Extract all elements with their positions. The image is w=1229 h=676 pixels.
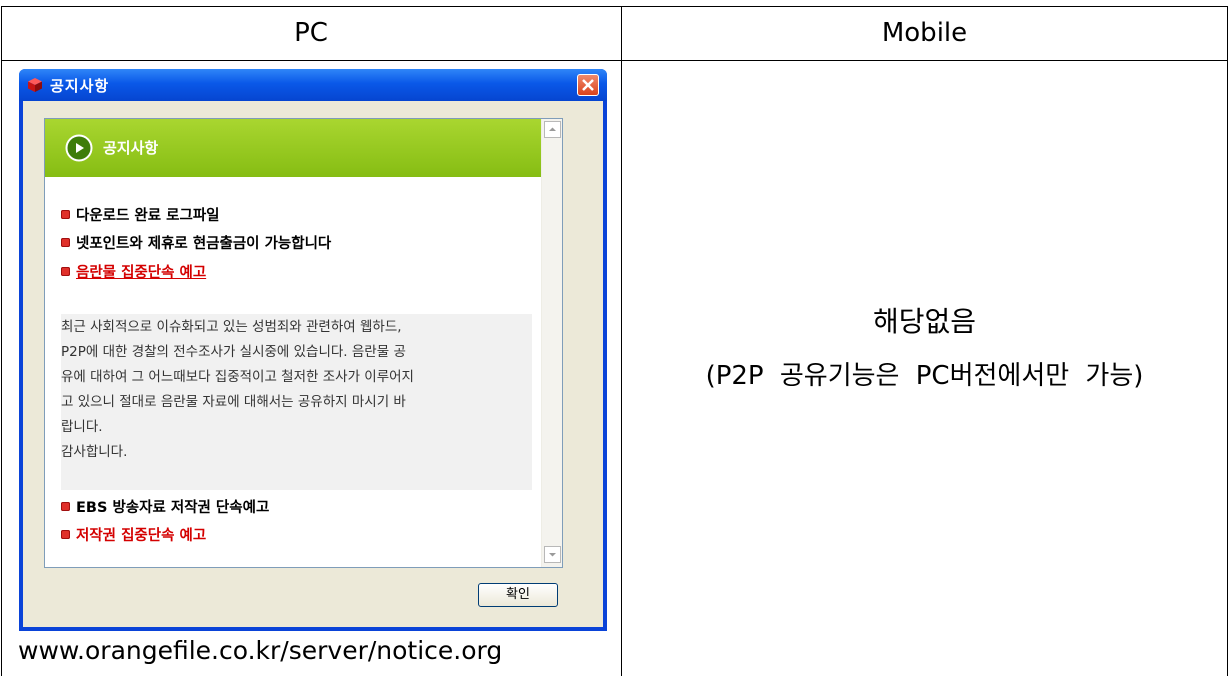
header-pc: PC — [294, 18, 328, 48]
close-button[interactable] — [577, 74, 599, 96]
description-line: 유에 대하여 그 어느때보다 집중적이고 철저한 조사가 이루어지 — [61, 369, 414, 385]
bullet-icon — [61, 530, 70, 539]
chevron-up-icon — [549, 127, 556, 131]
notice-panel-title: 공지사항 — [103, 139, 159, 157]
chevron-down-icon — [549, 553, 556, 557]
table-header-divider — [1, 60, 1228, 61]
notice-panel-header: 공지사항 — [45, 119, 541, 177]
notice-item[interactable]: 넷포인트와 제휴로 현금출금이 가능합니다 — [61, 232, 331, 253]
description-line: 최근 사회적으로 이슈화되고 있는 성범죄와 관련하여 웹하드, — [61, 319, 402, 335]
description-line: 고 있으니 절대로 음란물 자료에 대해서는 공유하지 마시기 바 — [61, 394, 406, 410]
description-line: 랍니다. — [61, 419, 103, 435]
bullet-icon — [61, 502, 70, 511]
play-circle-icon — [65, 134, 93, 162]
scroll-up-button[interactable] — [544, 121, 561, 138]
header-mobile: Mobile — [881, 18, 968, 48]
table-border-top — [1, 6, 1228, 7]
table-border-left — [1, 6, 2, 676]
bullet-icon — [61, 210, 70, 219]
window-body: 공지사항 다운로드 완료 로그파일 넷포인트와 제휴로 현금출금이 가능합니다 … — [23, 101, 603, 627]
notice-description: 최근 사회적으로 이슈화되고 있는 성범죄와 관련하여 웹하드, P2P에 대한… — [61, 314, 532, 490]
scroll-down-button[interactable] — [544, 546, 561, 563]
pc-url: www.orangefile.co.kr/server/notice.org — [18, 636, 503, 665]
close-icon — [582, 79, 594, 91]
mobile-note: (P2P 공유기능은 PC버전에서만 가능) — [705, 361, 1144, 391]
window-titlebar[interactable]: 공지사항 — [19, 69, 607, 101]
notice-item[interactable]: EBS 방송자료 저작권 단속예고 — [61, 496, 269, 517]
scrollbar[interactable] — [541, 119, 562, 567]
bullet-icon — [61, 238, 70, 247]
bullet-icon — [61, 267, 70, 276]
table-border-right — [1227, 6, 1228, 676]
notice-window: 공지사항 공지사항 다운로드 완료 로그파일 넷포인트와 제휴로 현금출금이 가… — [19, 69, 607, 631]
window-title: 공지사항 — [50, 77, 110, 95]
notice-item-selected[interactable]: 음란물 집중단속 예고 — [61, 261, 206, 282]
notice-item[interactable]: 저작권 집중단속 예고 — [61, 524, 206, 545]
app-cube-icon — [28, 78, 42, 92]
description-line: 감사합니다. — [61, 444, 128, 460]
ok-button[interactable]: 확인 — [478, 583, 558, 607]
notice-item[interactable]: 다운로드 완료 로그파일 — [61, 204, 220, 225]
description-line: P2P에 대한 경찰의 전수조사가 실시중에 있습니다. 음란물 공 — [61, 344, 406, 360]
table-column-divider — [621, 6, 622, 676]
mobile-status: 해당없음 — [872, 305, 977, 338]
notice-content: 공지사항 다운로드 완료 로그파일 넷포인트와 제휴로 현금출금이 가능합니다 … — [44, 118, 563, 568]
